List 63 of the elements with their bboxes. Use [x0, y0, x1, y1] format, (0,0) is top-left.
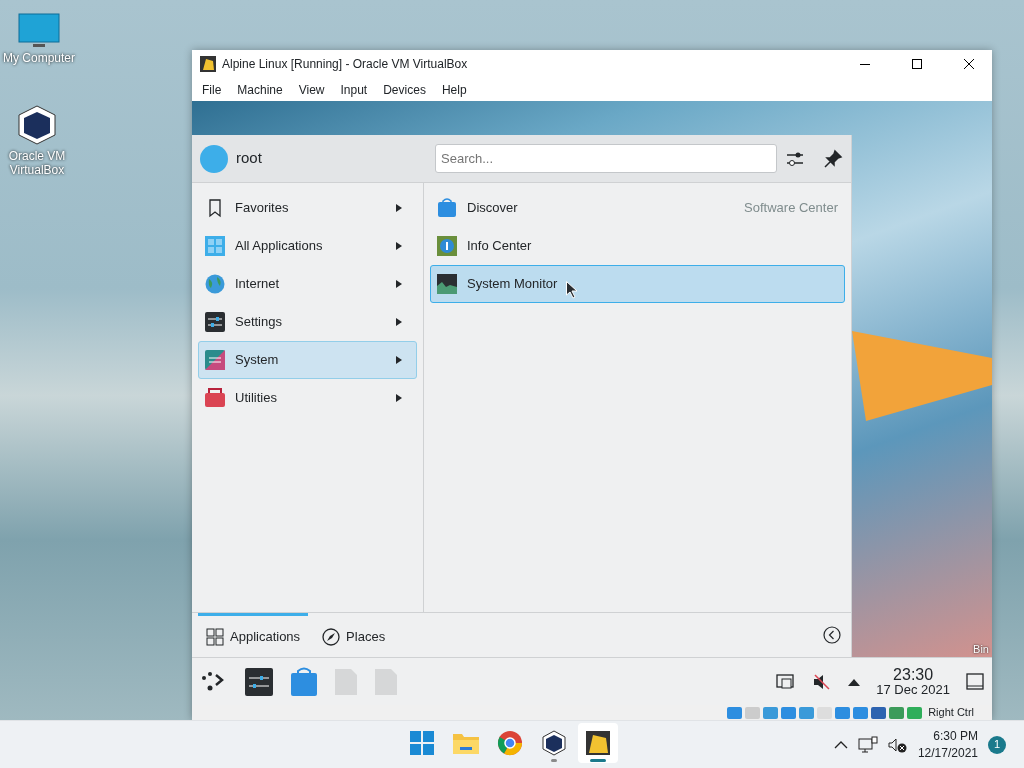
window-title: Alpine Linux [Running] - Oracle VM VirtualBox	[222, 56, 468, 73]
category-item[interactable]: System	[198, 341, 417, 379]
cursor-icon	[566, 281, 578, 299]
app-description: Software Center	[744, 199, 838, 218]
grid-icon	[206, 627, 224, 646]
maximize-icon	[912, 59, 922, 69]
clock[interactable]: 6:30 PM 12/17/2021	[917, 728, 978, 761]
grid-icon	[205, 236, 225, 256]
category-item[interactable]: Utilities	[198, 379, 417, 417]
host-key-label: Right Ctrl	[928, 705, 974, 721]
app-item[interactable]: Info Center	[430, 227, 845, 265]
windows-logo-icon	[408, 729, 436, 757]
app-item[interactable]: System Monitor	[430, 265, 845, 303]
category-item[interactable]: Internet	[198, 265, 417, 303]
menu-item[interactable]: View	[290, 80, 333, 99]
triangle-icon	[396, 394, 402, 402]
network-icon[interactable]	[857, 735, 878, 754]
app-icon	[584, 729, 612, 757]
category-item[interactable]: Settings	[198, 303, 417, 341]
user-name: root	[236, 148, 262, 169]
desktop-icon-label: Bin	[973, 641, 989, 657]
category-item[interactable]: All Applications	[198, 227, 417, 265]
back-icon[interactable]	[823, 626, 841, 644]
triangle-icon	[396, 242, 402, 250]
desktop-icon[interactable]	[966, 672, 984, 691]
bag-icon	[437, 198, 457, 218]
shortcut-label: Oracle VM VirtualBox	[7, 150, 67, 178]
triangle-icon	[396, 204, 402, 212]
monitor-icon[interactable]	[17, 12, 61, 48]
app-item[interactable]: Discover Software Center	[430, 189, 845, 227]
icon-label: My Computer	[3, 52, 75, 66]
chevron-up-icon[interactable]	[833, 739, 848, 750]
menu-item[interactable]: Input	[332, 80, 376, 99]
toolbox-icon	[205, 388, 225, 408]
globe-icon	[205, 274, 225, 294]
browser-icon	[496, 729, 524, 757]
info-icon	[437, 236, 457, 256]
triangle-icon	[396, 318, 402, 326]
close-icon	[964, 59, 974, 69]
chart-icon	[437, 274, 457, 294]
notification-badge[interactable]: 1	[988, 735, 1006, 754]
triangle-icon	[396, 356, 402, 364]
menu-item[interactable]: Machine	[229, 80, 291, 99]
sliders-icon	[205, 312, 225, 332]
triangle-icon	[396, 280, 402, 288]
menu-item[interactable]: Devices	[375, 80, 434, 99]
cube-icon[interactable]	[15, 104, 59, 146]
bag-icon[interactable]	[290, 666, 318, 697]
sliders-icon[interactable]	[244, 666, 274, 697]
menu-item[interactable]: Help	[433, 80, 475, 99]
pin-icon[interactable]	[823, 148, 843, 169]
display-icon[interactable]	[776, 671, 797, 692]
category-item[interactable]: Favorites	[198, 189, 417, 227]
search-field[interactable]: Search...	[435, 144, 777, 173]
tab[interactable]: Places	[314, 612, 394, 657]
taskbar-app[interactable]	[578, 723, 618, 763]
cube-icon	[540, 729, 568, 757]
compass-icon	[322, 627, 341, 646]
expand-icon[interactable]	[848, 677, 861, 686]
panel-icon	[205, 350, 225, 370]
clock[interactable]: 23:30 17 Dec 2021	[876, 665, 950, 698]
menu-item[interactable]: File	[194, 80, 230, 99]
app-icon	[200, 56, 216, 72]
